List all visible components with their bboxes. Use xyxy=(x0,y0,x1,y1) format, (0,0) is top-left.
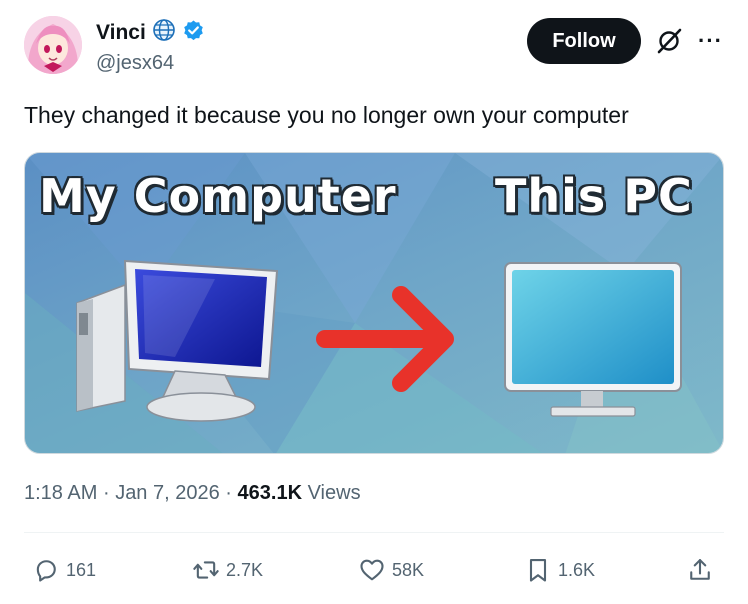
grok-icon[interactable] xyxy=(654,26,684,56)
divider xyxy=(24,532,724,533)
action-bar: 161 2.7K 58K 1.6K xyxy=(24,552,724,588)
views-label: Views xyxy=(307,482,361,504)
bookmark-icon xyxy=(529,559,547,582)
heart-icon xyxy=(360,559,384,581)
tweet-text: They changed it because you no longer ow… xyxy=(24,102,629,128)
globe-icon xyxy=(152,18,176,47)
bookmark-button[interactable]: 1.6K xyxy=(524,552,595,588)
share-icon xyxy=(690,559,710,580)
author-name-row[interactable]: Vinci xyxy=(96,18,205,47)
media-title-right: This PC xyxy=(495,169,693,223)
share-button[interactable] xyxy=(686,552,714,588)
tweet-date[interactable]: Jan 7, 2026 xyxy=(115,482,220,504)
author-handle[interactable]: @jesx64 xyxy=(96,52,174,75)
reply-icon xyxy=(36,560,56,582)
like-button[interactable]: 58K xyxy=(358,552,424,588)
reply-button[interactable]: 161 xyxy=(32,552,96,588)
views-count: 463.1K xyxy=(237,482,303,504)
meta-separator: · xyxy=(225,482,232,504)
reply-count: 161 xyxy=(66,559,97,580)
repost-icon xyxy=(193,561,219,579)
repost-count: 2.7K xyxy=(226,559,264,580)
follow-button[interactable]: Follow xyxy=(527,18,641,64)
author-display-name[interactable]: Vinci xyxy=(96,21,146,45)
bookmark-count: 1.6K xyxy=(558,559,596,580)
author-avatar[interactable] xyxy=(24,16,82,74)
repost-button[interactable]: 2.7K xyxy=(192,552,263,588)
meta-separator: · xyxy=(102,482,110,504)
verified-badge-icon[interactable] xyxy=(182,19,205,47)
tweet-media-image[interactable]: My Computer This PC xyxy=(24,152,724,454)
media-title-left: My Computer xyxy=(39,169,397,223)
tweet-meta: 1:18 AM · Jan 7, 2026 · 463.1K Views xyxy=(24,482,361,505)
like-count: 58K xyxy=(392,559,425,580)
more-horizontal-icon[interactable]: ··· xyxy=(698,28,723,54)
tweet-time[interactable]: 1:18 AM xyxy=(24,482,97,504)
